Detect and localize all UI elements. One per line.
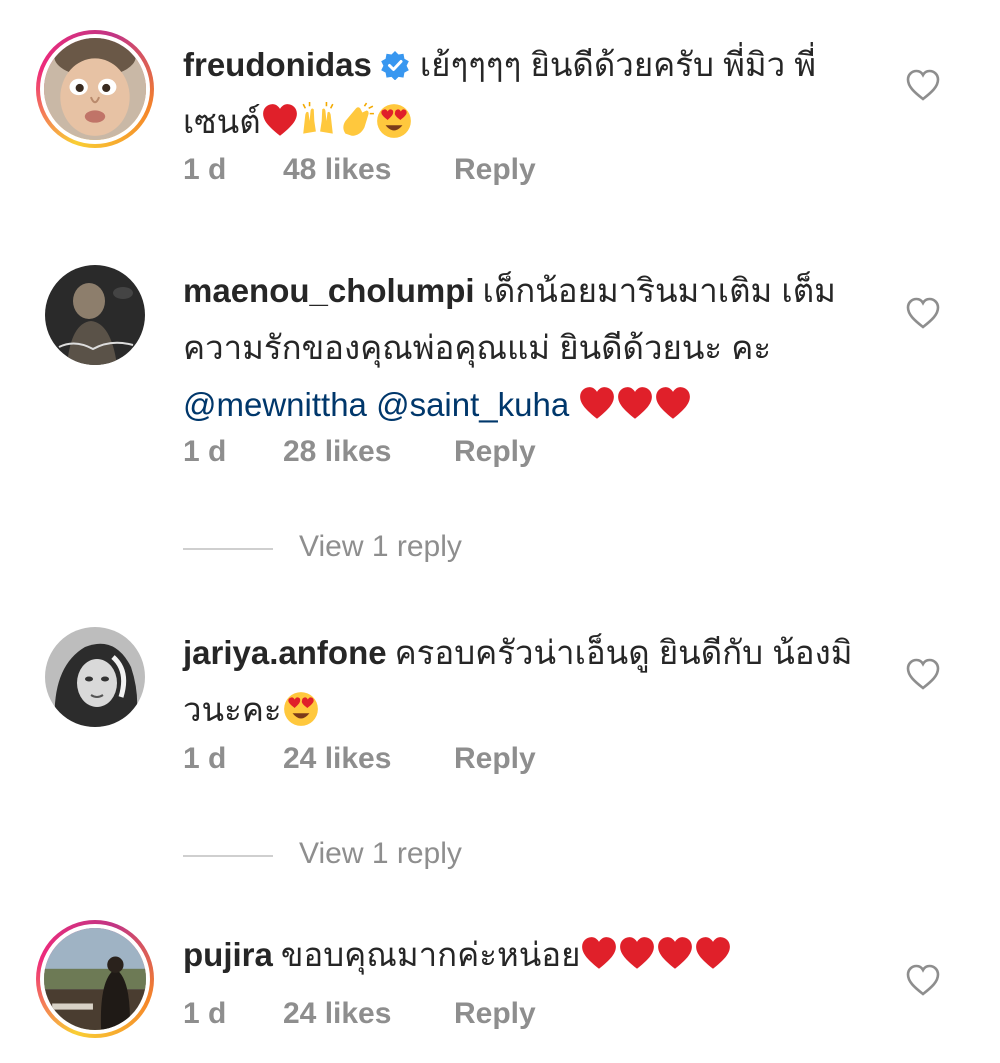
reply-button[interactable]: Reply <box>454 153 536 187</box>
comment-time: 1 d <box>183 742 227 775</box>
raising-hands-emoji-icon <box>302 102 334 134</box>
comment-time: 1 d <box>183 435 227 468</box>
verified-badge-icon <box>381 51 409 80</box>
like-heart-icon[interactable] <box>905 963 941 997</box>
likes-count[interactable]: 28 likes <box>283 435 391 469</box>
reply-divider <box>183 855 273 857</box>
view-replies-label[interactable]: View 1 reply <box>299 837 462 871</box>
avatar[interactable] <box>36 920 154 1038</box>
comment-text: jariya.anfone ครอบครัวน่าเอ็นดู ยินดีกับ … <box>183 624 873 738</box>
like-heart-icon[interactable] <box>905 68 941 102</box>
likes-count[interactable]: 24 likes <box>283 997 391 1031</box>
reply-button[interactable]: Reply <box>454 742 536 776</box>
comment-text: maenou_cholumpi เด็กน้อยมารินมาเติม เต็มค… <box>183 262 873 433</box>
reply-divider <box>183 548 273 550</box>
red-heart-emoji-icon <box>656 387 691 419</box>
red-heart-emoji-icon <box>696 937 731 969</box>
username[interactable]: freudonidas <box>183 46 372 83</box>
comment-time: 1 d <box>183 997 227 1030</box>
comment-message: ขอบคุณมากค่ะหน่อย <box>280 936 581 973</box>
red-heart-emoji-icon <box>658 937 693 969</box>
comment-text: freudonidas เย้ๆๆๆๆ ยินดีด้วยครับ พี่มิว … <box>183 36 873 150</box>
like-heart-icon[interactable] <box>905 657 941 691</box>
reply-button[interactable]: Reply <box>454 997 536 1031</box>
username[interactable]: pujira <box>183 936 273 973</box>
avatar[interactable] <box>36 256 154 374</box>
username[interactable]: maenou_cholumpi <box>183 272 475 309</box>
red-heart-emoji-icon <box>262 104 297 136</box>
likes-count[interactable]: 48 likes <box>283 153 391 187</box>
clapping-hands-emoji-icon <box>343 102 374 136</box>
heart-eyes-emoji-icon <box>283 692 318 726</box>
avatar[interactable] <box>36 30 154 148</box>
heart-eyes-emoji-icon <box>376 104 411 138</box>
view-replies-label[interactable]: View 1 reply <box>299 530 462 564</box>
reply-button[interactable]: Reply <box>454 435 536 469</box>
avatar[interactable] <box>36 618 154 736</box>
red-heart-emoji-icon <box>618 387 653 419</box>
comment-text: pujira ขอบคุณมากค่ะหน่อย <box>183 926 873 983</box>
mention-link[interactable]: @mewnittha <box>183 386 367 423</box>
comment-time: 1 d <box>183 153 227 186</box>
likes-count[interactable]: 24 likes <box>283 742 391 776</box>
red-heart-emoji-icon <box>620 937 655 969</box>
like-heart-icon[interactable] <box>905 296 941 330</box>
username[interactable]: jariya.anfone <box>183 634 387 671</box>
red-heart-emoji-icon <box>582 937 617 969</box>
mention-link[interactable]: @saint_kuha <box>376 386 569 423</box>
red-heart-emoji-icon <box>580 387 615 419</box>
